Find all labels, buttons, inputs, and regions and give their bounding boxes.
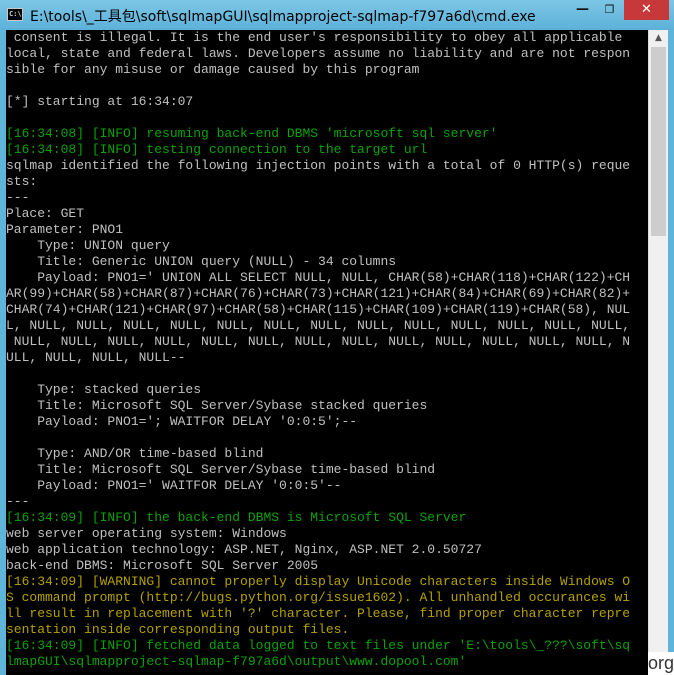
console-line: S command prompt (http://bugs.python.org… bbox=[6, 590, 631, 605]
cmd-app-icon[interactable]: C:\ bbox=[7, 8, 23, 21]
console-line: [*] starting at 16:34:07 bbox=[6, 94, 194, 109]
console-line: [16:34:09] [INFO] the back-end DBMS is M… bbox=[6, 510, 467, 525]
console-line: AR(99)+CHAR(58)+CHAR(87)+CHAR(76)+CHAR(7… bbox=[6, 286, 631, 301]
console-line: consent is illegal. It is the end user's… bbox=[6, 30, 623, 45]
console-line: Place: GET bbox=[6, 206, 85, 221]
minimize-button[interactable]: — bbox=[569, 0, 596, 20]
console-line: CHAR(74)+CHAR(121)+CHAR(97)+CHAR(58)+CHA… bbox=[6, 302, 631, 317]
window-title: E:\tools\_工具包\soft\sqlmapGUI\sqlmapproje… bbox=[30, 9, 536, 25]
console-line: [16:34:09] [INFO] fetched data logged to… bbox=[6, 638, 631, 653]
console-line: Parameter: PNO1 bbox=[6, 222, 124, 237]
console-line: local, state and federal laws. Developer… bbox=[6, 46, 631, 61]
vertical-scrollbar[interactable]: ▲ bbox=[648, 30, 668, 675]
console-line: Payload: PNO1='; WAITFOR DELAY '0:0:5';-… bbox=[6, 414, 358, 429]
console-line: Title: Microsoft SQL Server/Sybase time-… bbox=[6, 462, 436, 477]
console-line: L, NULL, NULL, NULL, NULL, NULL, NULL, N… bbox=[6, 318, 631, 333]
console-line: [16:34:08] [INFO] testing connection to … bbox=[6, 142, 428, 157]
console-line: Type: UNION query bbox=[6, 238, 170, 253]
console-line: sentation inside corresponding output fi… bbox=[6, 622, 350, 637]
close-button[interactable]: ✕ bbox=[624, 0, 669, 20]
console-line: Title: Microsoft SQL Server/Sybase stack… bbox=[6, 398, 428, 413]
maximize-button[interactable]: ❐ bbox=[596, 0, 623, 20]
console-line: Payload: PNO1=' UNION ALL SELECT NULL, N… bbox=[6, 270, 631, 285]
console-output[interactable]: consent is illegal. It is the end user's… bbox=[6, 30, 648, 675]
console-line: back-end DBMS: Microsoft SQL Server 2005 bbox=[6, 558, 319, 573]
console-line: lmapGUI\sqlmapproject-sqlmap-f797a6d\out… bbox=[6, 654, 467, 669]
scrollbar-thumb[interactable] bbox=[651, 47, 666, 236]
console-line: sts: bbox=[6, 174, 38, 189]
scroll-up-arrow-icon[interactable]: ▲ bbox=[649, 30, 668, 47]
console-line: sqlmap identified the following injectio… bbox=[6, 158, 631, 173]
console-line: [16:34:09] [WARNING] cannot properly dis… bbox=[6, 574, 631, 589]
console-window: C:\ E:\tools\_工具包\soft\sqlmapGUI\sqlmapp… bbox=[0, 0, 674, 675]
console-line: web application technology: ASP.NET, Ngi… bbox=[6, 542, 482, 557]
console-line: sible for any misuse or damage caused by… bbox=[6, 62, 420, 77]
console-line: web server operating system: Windows bbox=[6, 526, 287, 541]
console-line: Payload: PNO1=' WAITFOR DELAY '0:0:5'-- bbox=[6, 478, 342, 493]
watermark-text: org bbox=[648, 652, 674, 675]
console-line: Title: Generic UNION query (NULL) - 34 c… bbox=[6, 254, 397, 269]
console-line: [16:34:08] [INFO] resuming back-end DBMS… bbox=[6, 126, 498, 141]
console-line: --- bbox=[6, 190, 30, 205]
console-line: Type: stacked queries bbox=[6, 382, 202, 397]
console-line: NULL, NULL, NULL, NULL, NULL, NULL, NULL… bbox=[6, 334, 631, 349]
console-line: ULL, NULL, NULL, NULL-- bbox=[6, 350, 186, 365]
console-line: ll result in replacement with '?' charac… bbox=[6, 606, 631, 621]
title-bar[interactable]: C:\ E:\tools\_工具包\soft\sqlmapGUI\sqlmapp… bbox=[0, 0, 674, 30]
console-line: --- bbox=[6, 494, 30, 509]
console-line: Type: AND/OR time-based blind bbox=[6, 446, 264, 461]
